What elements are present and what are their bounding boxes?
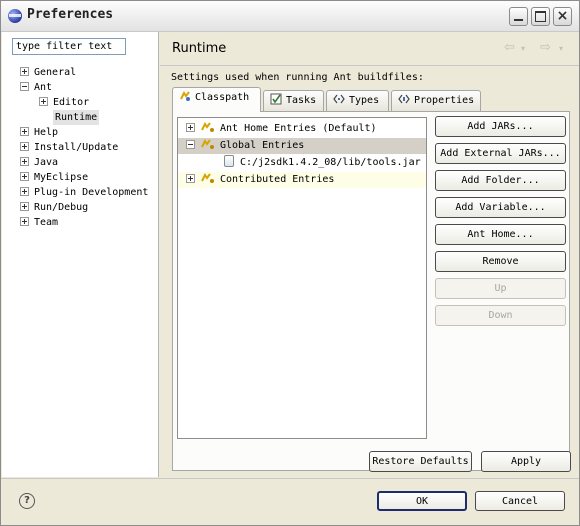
entries-group-icon (201, 139, 214, 149)
tab-types[interactable]: Types (326, 90, 389, 111)
footer-divider (1, 478, 579, 479)
tree-item-label: Team (34, 217, 59, 228)
entry-label: Global Entries (220, 140, 305, 151)
entries-group-icon (201, 122, 214, 132)
collapse-icon[interactable] (20, 81, 29, 91)
tree-item-team[interactable]: Team (20, 215, 58, 230)
add-variable-button[interactable]: Add Variable... (435, 197, 566, 218)
back-arrow-icon[interactable]: ⇦ (504, 40, 515, 55)
expand-icon[interactable] (20, 66, 29, 76)
expand-icon[interactable] (20, 216, 29, 226)
filter-input[interactable] (12, 38, 126, 55)
tree-item-editor[interactable]: Editor (39, 95, 89, 110)
restore-defaults-button[interactable]: Restore Defaults (369, 451, 472, 472)
add-external-jars-button[interactable]: Add External JARs... (435, 143, 566, 164)
tree-item-help[interactable]: Help (20, 125, 58, 140)
preference-tree-panel: General Ant Editor Runtime Help Install/… (2, 32, 159, 477)
remove-button[interactable]: Remove (435, 251, 566, 272)
add-jars-button[interactable]: Add JARs... (435, 116, 566, 137)
entry-label: Ant Home Entries (Default) (220, 123, 377, 134)
classpath-entry[interactable]: Global Entries (178, 138, 426, 154)
tree-item-general[interactable]: General (20, 65, 76, 80)
expand-icon[interactable] (186, 122, 195, 132)
tree-item-plugin-development[interactable]: Plug-in Development (20, 185, 148, 200)
classpath-tree[interactable]: Ant Home Entries (Default) Global Entrie… (177, 117, 427, 439)
eclipse-app-icon (8, 9, 22, 23)
classpath-icon (180, 91, 190, 101)
tree-item-label: Java (34, 157, 59, 168)
tree-item-label: General (34, 67, 77, 78)
tab-label: Types (349, 95, 380, 106)
classpath-entry[interactable]: Contributed Entries (178, 172, 426, 188)
expand-icon[interactable] (39, 96, 48, 106)
forward-arrow-icon[interactable]: ⇨ (540, 40, 551, 55)
forward-dropdown-icon[interactable]: ▾ (559, 44, 563, 53)
tab-tasks[interactable]: Tasks (263, 90, 324, 111)
tree-item-label: Editor (53, 97, 90, 108)
tree-item-install-update[interactable]: Install/Update (20, 140, 118, 155)
header-divider (160, 65, 579, 66)
page-title: Runtime (172, 41, 227, 56)
page-description: Settings used when running Ant buildfile… (171, 72, 424, 83)
classpath-tab-panel: Ant Home Entries (Default) Global Entrie… (172, 111, 570, 471)
expand-icon[interactable] (20, 156, 29, 166)
classpath-entry[interactable]: Ant Home Entries (Default) (178, 121, 426, 137)
tree-item-label: Plug-in Development (34, 187, 149, 198)
preferences-window: Preferences × General Ant Editor Runtime… (0, 0, 580, 526)
close-button[interactable]: × (553, 7, 572, 26)
down-button[interactable]: Down (435, 305, 566, 326)
tree-item-run-debug[interactable]: Run/Debug (20, 200, 88, 215)
expand-icon[interactable] (20, 186, 29, 196)
tree-item-myeclipse[interactable]: MyEclipse (20, 170, 88, 185)
entry-label: C:/j2sdk1.4.2_08/lib/tools.jar (240, 157, 421, 168)
tab-label: Classpath (195, 92, 250, 103)
tree-item-java[interactable]: Java (20, 155, 58, 170)
title-bar[interactable]: Preferences × (1, 1, 579, 32)
up-button[interactable]: Up (435, 278, 566, 299)
back-dropdown-icon[interactable]: ▾ (521, 44, 525, 53)
help-icon[interactable]: ? (19, 493, 35, 509)
types-icon (333, 94, 345, 104)
tab-label: Tasks (286, 95, 317, 106)
window-title: Preferences (27, 7, 114, 22)
ok-button[interactable]: OK (377, 491, 467, 511)
expand-icon[interactable] (20, 141, 29, 151)
tab-properties[interactable]: Properties (391, 90, 481, 111)
expand-icon[interactable] (20, 171, 29, 181)
properties-icon (398, 94, 410, 104)
tree-item-label: Help (34, 127, 59, 138)
collapse-icon[interactable] (186, 139, 195, 149)
tree-item-ant[interactable]: Ant (20, 80, 52, 95)
close-icon: × (556, 8, 569, 24)
apply-button[interactable]: Apply (481, 451, 571, 472)
runtime-page: Runtime ⇦ ▾ ⇨ ▾ Settings used when runni… (160, 32, 579, 477)
expand-icon[interactable] (20, 201, 29, 211)
tab-label: Properties (414, 95, 475, 106)
entry-label: Contributed Entries (220, 174, 335, 185)
tree-item-label: Ant (34, 82, 53, 93)
jar-icon (224, 155, 234, 167)
maximize-button[interactable] (531, 7, 550, 26)
minimize-button[interactable] (509, 7, 528, 26)
tree-item-label: Install/Update (34, 142, 119, 153)
add-folder-button[interactable]: Add Folder... (435, 170, 566, 191)
expand-icon[interactable] (186, 173, 195, 183)
tree-item-label: Runtime (55, 112, 98, 123)
expand-icon[interactable] (20, 126, 29, 136)
classpath-entry[interactable]: C:/j2sdk1.4.2_08/lib/tools.jar (178, 155, 426, 171)
tab-classpath[interactable]: Classpath (172, 87, 261, 112)
tasks-icon (270, 93, 282, 105)
ant-home-button[interactable]: Ant Home... (435, 224, 566, 245)
cancel-button[interactable]: Cancel (475, 491, 565, 511)
tree-item-label: Run/Debug (34, 202, 89, 213)
tree-item-runtime[interactable]: Runtime (53, 110, 100, 125)
tree-item-label: MyEclipse (34, 172, 89, 183)
entries-group-icon (201, 173, 214, 183)
